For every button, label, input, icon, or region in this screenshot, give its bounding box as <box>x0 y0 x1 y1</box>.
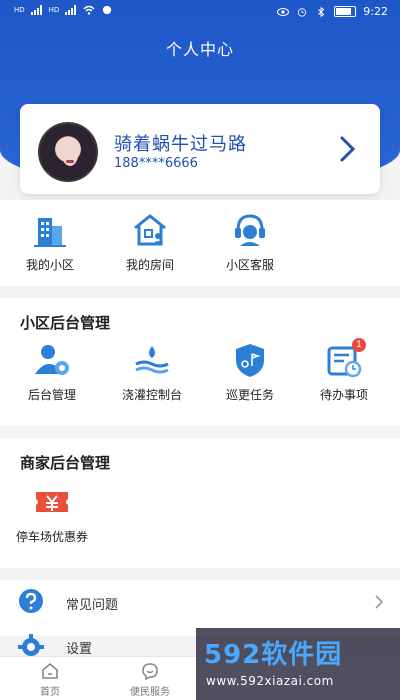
admin-item-irrigation[interactable]: 浇灌控制台 <box>106 340 198 403</box>
community-admin-section: 小区后台管理 后台管理 浇灌控制台 巡更任务 1 待办事项 <box>0 298 400 426</box>
admin-item-todo[interactable]: 1 待办事项 <box>298 338 390 403</box>
admin-item-label: 巡更任务 <box>225 388 274 402</box>
quick-item-service[interactable]: 小区客服 <box>204 210 296 273</box>
watermark-brand: 592软件园 <box>204 640 343 670</box>
signal-icon <box>65 5 77 15</box>
network-label-1: HD <box>14 5 25 14</box>
alarm-icon <box>298 7 307 17</box>
quick-item-label: 我的小区 <box>25 258 74 272</box>
service-icon <box>142 663 158 681</box>
page-title: 个人中心 <box>165 40 234 59</box>
battery-icon <box>334 6 357 17</box>
status-left: HD HD <box>14 5 113 15</box>
profile-card[interactable]: 骑着蜗牛过马路 188****6666 <box>20 104 380 194</box>
quick-item-my-room[interactable]: 我的房间 <box>104 210 196 273</box>
tab-services[interactable]: 便民服务 <box>110 661 190 698</box>
admin-item-patrol[interactable]: 巡更任务 <box>204 340 296 403</box>
watermark-url: www.592xiazai.com <box>206 674 334 688</box>
chat-icon <box>103 5 112 15</box>
house-user-icon <box>134 214 166 246</box>
patrol-shield-icon <box>236 344 264 377</box>
building-icon <box>34 218 66 247</box>
user-gear-icon <box>35 345 69 375</box>
status-bar: HD HD 9:22 <box>0 0 400 26</box>
section-title: 小区后台管理 <box>20 314 111 332</box>
admin-item-backend[interactable]: 后台管理 <box>6 340 98 403</box>
water-icon <box>135 346 169 374</box>
quick-item-label: 我的房间 <box>125 258 174 272</box>
eye-icon <box>277 7 290 16</box>
chevron-right-icon <box>375 595 384 609</box>
signal-icon <box>30 5 42 15</box>
merchant-item-label: 停车场优惠券 <box>15 530 88 544</box>
quick-menu: 我的小区 我的房间 小区客服 <box>0 200 400 286</box>
admin-item-label: 待办事项 <box>319 388 368 402</box>
tab-label: 便民服务 <box>130 687 170 698</box>
list-item-label: 常见问题 <box>66 598 119 613</box>
list-item-label: 设置 <box>66 642 93 657</box>
bluetooth-icon <box>318 6 325 17</box>
quick-item-label: 小区客服 <box>225 258 274 272</box>
status-right: 9:22 <box>277 5 388 18</box>
section-title: 商家后台管理 <box>20 454 111 472</box>
question-icon <box>19 589 43 613</box>
quick-item-my-community[interactable]: 我的小区 <box>4 210 96 273</box>
merchant-admin-section: 商家后台管理 停车场优惠券 <box>0 438 400 568</box>
admin-item-label: 浇灌控制台 <box>121 388 182 402</box>
merchant-item-parking-coupon[interactable]: 停车场优惠券 <box>6 482 98 545</box>
user-name: 骑着蜗牛过马路 <box>114 134 247 155</box>
status-time: 9:22 <box>363 5 388 18</box>
headset-icon <box>235 214 265 246</box>
list-item-faq[interactable]: 常见问题 <box>0 580 400 624</box>
chevron-right-icon[interactable] <box>336 134 358 164</box>
user-phone: 188****6666 <box>114 156 198 171</box>
tab-home[interactable]: 首页 <box>10 661 90 698</box>
wifi-icon <box>83 5 95 15</box>
network-label-2: HD <box>48 5 60 14</box>
tab-label: 首页 <box>40 687 60 698</box>
admin-item-label: 后台管理 <box>27 388 76 402</box>
coupon-icon <box>36 492 68 512</box>
watermark: 592软件园 www.592xiazai.com <box>196 628 400 700</box>
todo-badge: 1 <box>352 338 366 352</box>
home-icon <box>42 662 58 679</box>
avatar[interactable] <box>38 122 98 182</box>
